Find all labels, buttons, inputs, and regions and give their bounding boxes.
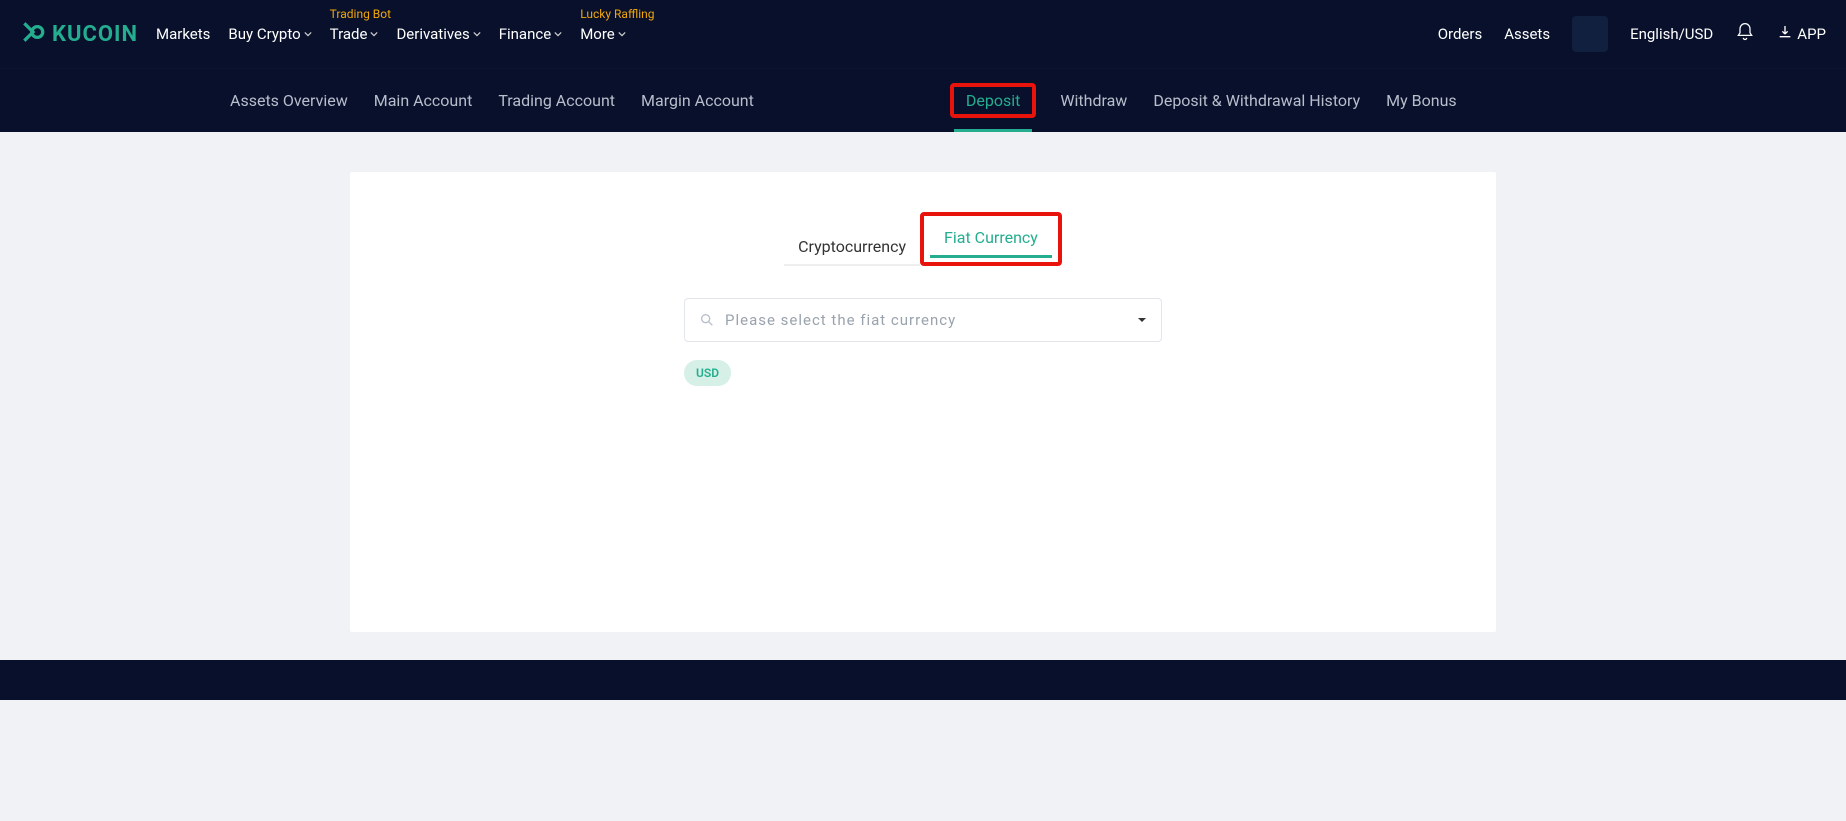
- subnav-label: Deposit & Withdrawal History: [1153, 91, 1360, 110]
- nav-markets[interactable]: Markets: [156, 25, 210, 43]
- tab-label: Cryptocurrency: [798, 237, 906, 256]
- tab-cryptocurrency[interactable]: Cryptocurrency: [784, 229, 920, 266]
- chip-label: USD: [696, 366, 719, 380]
- search-icon: [699, 312, 715, 328]
- chip-usd[interactable]: USD: [684, 360, 731, 386]
- orders-label: Orders: [1438, 25, 1483, 43]
- subnav-withdraw[interactable]: Withdraw: [1058, 85, 1129, 116]
- top-nav: KUCOIN Markets Buy Crypto Trading Bot Tr…: [0, 0, 1846, 68]
- lang-currency-selector[interactable]: English/USD: [1630, 25, 1713, 43]
- subnav-main-account[interactable]: Main Account: [372, 85, 475, 116]
- app-label: APP: [1797, 25, 1826, 43]
- nav-label: Markets: [156, 25, 210, 43]
- subnav-label: Assets Overview: [230, 91, 348, 110]
- nav-finance[interactable]: Finance: [499, 25, 562, 43]
- nav-badge: Trading Bot: [330, 7, 391, 21]
- chevron-down-icon: [370, 30, 378, 38]
- brand-logo[interactable]: KUCOIN: [20, 19, 138, 49]
- app-download-link[interactable]: APP: [1777, 24, 1826, 44]
- nav-badge: Lucky Raffling: [580, 7, 654, 21]
- nav-label: Buy Crypto: [228, 25, 300, 43]
- select-placeholder: Please select the fiat currency: [725, 311, 956, 329]
- chevron-down-icon: [304, 30, 312, 38]
- nav-label: Derivatives: [396, 25, 469, 43]
- orders-link[interactable]: Orders: [1438, 25, 1483, 43]
- assets-link[interactable]: Assets: [1504, 25, 1550, 43]
- logo-icon: [20, 19, 46, 49]
- caret-down-icon: [1137, 311, 1147, 329]
- currency-chips: USD: [684, 360, 1162, 386]
- deposit-card: Cryptocurrency Fiat Currency Please sele…: [350, 172, 1496, 632]
- assets-label: Assets: [1504, 25, 1550, 43]
- subnav-label: Withdraw: [1060, 91, 1127, 110]
- subnav-label: Main Account: [374, 91, 473, 110]
- nav-derivatives[interactable]: Derivatives: [396, 25, 480, 43]
- nav-label: Trade: [330, 25, 368, 43]
- bell-icon: [1735, 22, 1755, 46]
- subnav-my-bonus[interactable]: My Bonus: [1384, 85, 1459, 116]
- subnav-label: Deposit: [966, 91, 1020, 110]
- primary-nav: Markets Buy Crypto Trading Bot Trade Der…: [156, 25, 626, 43]
- subnav-margin-account[interactable]: Margin Account: [639, 85, 756, 116]
- brand-name: KUCOIN: [52, 22, 138, 47]
- nav-label: Finance: [499, 25, 551, 43]
- subnav-label: My Bonus: [1386, 91, 1457, 110]
- tab-label: Fiat Currency: [944, 228, 1038, 247]
- nav-buy-crypto[interactable]: Buy Crypto: [228, 25, 311, 43]
- subnav-trading-account[interactable]: Trading Account: [496, 85, 617, 116]
- tab-fiat-currency[interactable]: Fiat Currency: [930, 220, 1052, 258]
- notifications-button[interactable]: [1735, 22, 1755, 46]
- nav-more[interactable]: Lucky Raffling More: [580, 25, 626, 43]
- nav-label: More: [580, 25, 615, 43]
- fiat-currency-select[interactable]: Please select the fiat currency: [684, 298, 1162, 342]
- footer-bar: [0, 660, 1846, 700]
- avatar[interactable]: [1572, 16, 1608, 52]
- lang-label: English/USD: [1630, 25, 1713, 43]
- subnav-label: Trading Account: [498, 91, 615, 110]
- account-subnav: Assets Overview Main Account Trading Acc…: [0, 68, 1846, 132]
- deposit-type-tabs: Cryptocurrency Fiat Currency: [784, 212, 1062, 266]
- chevron-down-icon: [554, 30, 562, 38]
- download-icon: [1777, 24, 1793, 44]
- subnav-history[interactable]: Deposit & Withdrawal History: [1151, 85, 1362, 116]
- subnav-assets-overview[interactable]: Assets Overview: [228, 85, 350, 116]
- chevron-down-icon: [618, 30, 626, 38]
- subnav-label: Margin Account: [641, 91, 754, 110]
- utility-nav: Orders Assets English/USD APP: [1438, 16, 1826, 52]
- tab-fiat-highlight: Fiat Currency: [920, 212, 1062, 266]
- chevron-down-icon: [473, 30, 481, 38]
- nav-trade[interactable]: Trading Bot Trade: [330, 25, 379, 43]
- page-body: Cryptocurrency Fiat Currency Please sele…: [0, 132, 1846, 660]
- subnav-deposit[interactable]: Deposit: [950, 83, 1036, 118]
